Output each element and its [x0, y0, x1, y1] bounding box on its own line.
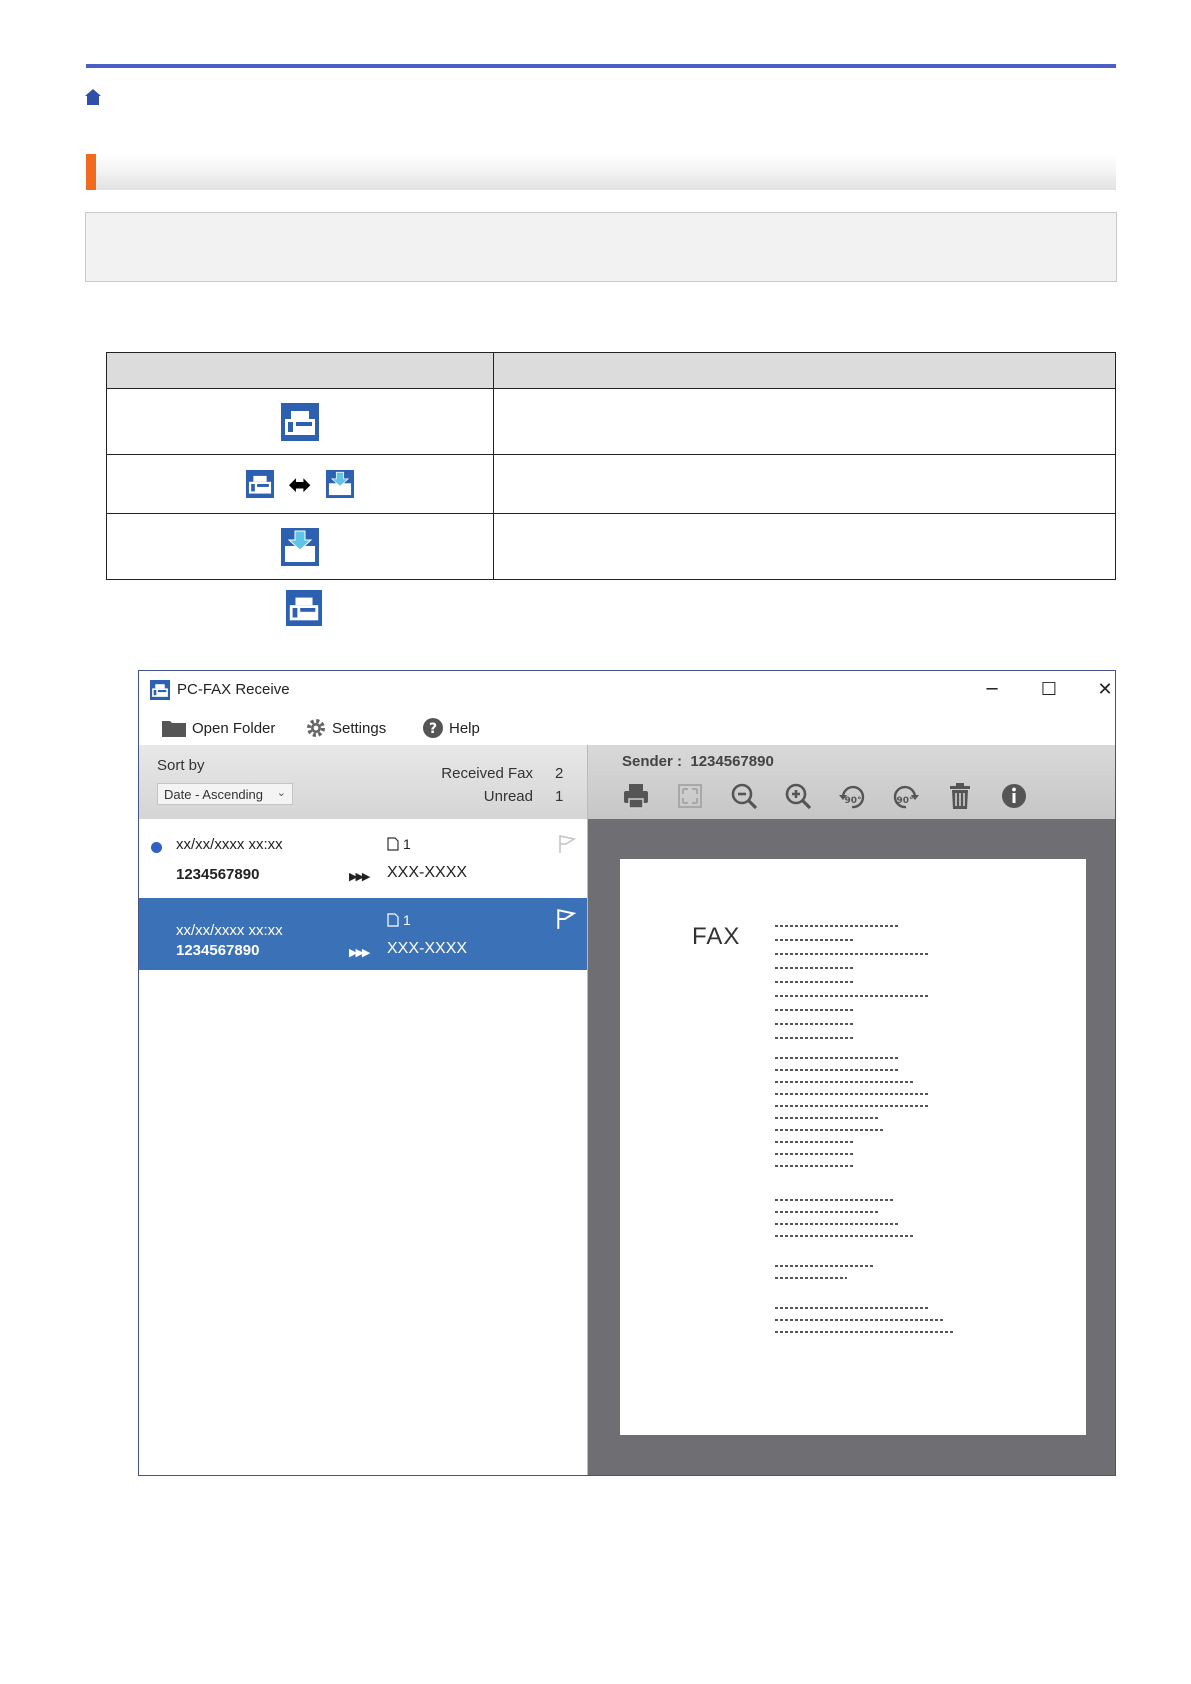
title-accent — [86, 154, 96, 190]
fax-sender-number: 1234567890 — [176, 942, 260, 959]
pc-fax-receive-window: PC-FAX Receive ─ ☐ ✕ Open Folder Setting… — [138, 670, 1116, 1476]
received-fax-label: Received Fax — [441, 765, 533, 782]
double-arrow-icon: ⬌ — [288, 467, 312, 501]
sender-value: 1234567890 — [690, 753, 774, 770]
fax-destination: XXX-XXXX — [387, 864, 468, 881]
fax-preview-pane: Sender : 1234567890 90° 90° FAX — [588, 745, 1115, 1475]
fax-heading: FAX — [692, 923, 741, 950]
page-icon — [387, 913, 399, 927]
sender-label: Sender : 1234567890 — [622, 753, 774, 770]
fax-list-item[interactable]: xx/xx/xxxx xx:xx 1 1234567890 ▶▶▶ XXX-XX… — [139, 824, 587, 896]
flag-icon[interactable] — [555, 908, 577, 930]
rotate-left-icon[interactable]: 90° — [837, 781, 867, 811]
fit-icon[interactable] — [675, 781, 705, 811]
gear-icon — [307, 719, 325, 737]
arrow-icon: ▶▶▶ — [349, 946, 370, 959]
help-icon: ? — [423, 718, 443, 738]
zoom-out-icon[interactable] — [729, 781, 759, 811]
window-titlebar: PC-FAX Receive ─ ☐ ✕ — [139, 671, 1115, 709]
fax-page-preview: FAX — [620, 859, 1086, 1435]
fax-standby-icon — [245, 470, 274, 498]
section-title-bar — [86, 154, 1116, 190]
sort-label: Sort by — [157, 757, 205, 774]
fax-pages: 1 — [387, 912, 411, 928]
window-title: PC-FAX Receive — [177, 681, 290, 698]
home-icon[interactable] — [84, 88, 102, 106]
icon-status-table: ⬌ — [106, 352, 1116, 580]
preview-toolbar: Sender : 1234567890 90° 90° — [588, 745, 1115, 819]
folder-icon — [162, 721, 186, 737]
sort-dropdown[interactable]: Date - Ascending ⌄ — [157, 783, 293, 805]
table-row — [106, 513, 1116, 580]
svg-text:?: ? — [429, 721, 437, 737]
fax-received-icon — [326, 470, 355, 498]
app-fax-icon — [150, 680, 170, 700]
unread-label: Unread — [483, 788, 533, 805]
trash-icon[interactable] — [945, 781, 975, 811]
fax-sender-number: 1234567890 — [176, 866, 260, 883]
svg-text:90°: 90° — [896, 796, 913, 806]
menu-bar: Open Folder Settings ? Help — [139, 709, 1115, 745]
fax-standby-icon — [281, 402, 319, 441]
fax-list-pane: Sort by Date - Ascending ⌄ Received Fax … — [139, 745, 588, 1475]
arrow-icon: ▶▶▶ — [349, 870, 370, 883]
fax-destination: XXX-XXXX — [387, 940, 468, 957]
fax-standby-icon — [286, 590, 322, 626]
top-rule — [86, 64, 1116, 68]
settings-button[interactable]: Settings — [305, 715, 386, 741]
rotate-right-icon[interactable]: 90° — [891, 781, 921, 811]
info-icon[interactable] — [999, 781, 1029, 811]
fax-date: xx/xx/xxxx xx:xx — [176, 922, 283, 939]
maximize-button[interactable]: ☐ — [1026, 675, 1072, 705]
received-fax-count: 2 — [555, 765, 564, 782]
fax-date: xx/xx/xxxx xx:xx — [176, 836, 283, 853]
chevron-down-icon: ⌄ — [276, 786, 286, 799]
list-header: Sort by Date - Ascending ⌄ Received Fax … — [139, 745, 587, 819]
zoom-in-icon[interactable] — [783, 781, 813, 811]
svg-text:90°: 90° — [844, 796, 861, 806]
unread-dot-icon — [151, 842, 162, 853]
note-box — [85, 212, 1117, 282]
close-button[interactable]: ✕ — [1082, 675, 1115, 705]
fax-received-icon — [281, 527, 319, 566]
flag-icon[interactable] — [557, 834, 577, 854]
open-folder-button[interactable]: Open Folder — [161, 715, 275, 741]
table-row: ⬌ — [106, 454, 1116, 514]
unread-count: 1 — [555, 788, 564, 805]
fax-pages: 1 — [387, 836, 411, 852]
table-header-description — [493, 352, 1116, 389]
print-icon[interactable] — [621, 781, 651, 811]
help-button[interactable]: ? Help — [422, 715, 480, 741]
minimize-button[interactable]: ─ — [969, 675, 1015, 705]
fax-list-item[interactable]: xx/xx/xxxx xx:xx 1 1234567890 ▶▶▶ XXX-XX… — [139, 898, 587, 970]
table-row — [106, 388, 1116, 455]
page-icon — [387, 837, 399, 851]
table-header-icon — [106, 352, 494, 389]
